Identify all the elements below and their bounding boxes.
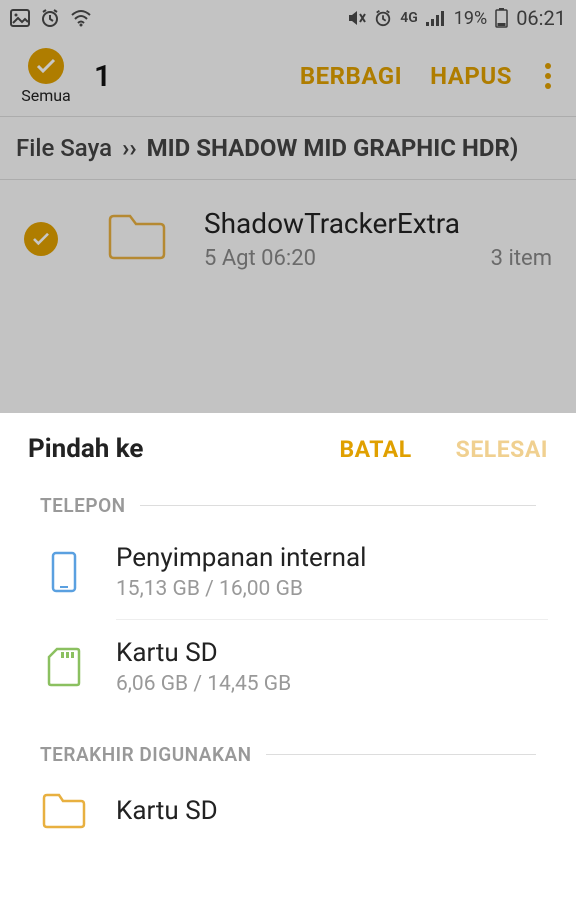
- overflow-menu-button[interactable]: [536, 63, 560, 89]
- section-phone-label: TELEPON: [0, 485, 576, 525]
- share-button[interactable]: BERBAGI: [300, 62, 402, 90]
- dest-sd-card[interactable]: Kartu SD 6,06 GB / 14,45 GB: [0, 620, 576, 714]
- breadcrumb-path: MID SHADOW MID GRAPHIC HDR): [147, 134, 519, 162]
- file-list-item[interactable]: ShadowTrackerExtra 5 Agt 06:20 3 item: [0, 180, 576, 298]
- wifi-icon: [70, 9, 92, 27]
- picture-icon: [10, 9, 30, 27]
- dest-recent-sd[interactable]: Kartu SD: [0, 774, 576, 848]
- section-recent-label: TERAKHIR DIGUNAKAN: [0, 734, 576, 774]
- delete-button[interactable]: HAPUS: [430, 62, 512, 90]
- battery-icon: [495, 8, 508, 28]
- checkmark-icon: [28, 48, 64, 84]
- file-date: 5 Agt 06:20: [204, 246, 316, 271]
- dest-usage: 15,13 GB / 16,00 GB: [116, 577, 366, 601]
- sheet-header: Pindah ke BATAL SELESAI: [0, 413, 576, 485]
- selection-count: 1: [94, 59, 111, 94]
- breadcrumb[interactable]: File Saya ›› MID SHADOW MID GRAPHIC HDR): [0, 116, 576, 180]
- file-item-count: 3 item: [491, 246, 552, 271]
- select-all-toggle[interactable]: Semua: [16, 48, 76, 105]
- selection-action-bar: Semua 1 BERBAGI HAPUS: [0, 36, 576, 116]
- phone-icon: [40, 551, 88, 593]
- row-checkmark-icon[interactable]: [24, 222, 58, 256]
- dest-internal-storage[interactable]: Penyimpanan internal 15,13 GB / 16,00 GB: [0, 525, 576, 619]
- mute-icon: [346, 8, 366, 28]
- breadcrumb-root: File Saya: [16, 134, 112, 162]
- alarm-icon: [40, 8, 60, 28]
- dest-name: Penyimpanan internal: [116, 543, 366, 573]
- done-button[interactable]: SELESAI: [456, 436, 548, 463]
- status-bar: 4G 19% 06:21: [0, 0, 576, 36]
- alarm-small-icon: [374, 9, 392, 27]
- network-type: 4G: [400, 10, 418, 26]
- dest-name: Kartu SD: [116, 796, 218, 826]
- signal-icon: [426, 10, 446, 26]
- select-all-label: Semua: [21, 86, 71, 105]
- background-dimmed: 4G 19% 06:21 Semua 1 BERBAGI HAPUS File …: [0, 0, 576, 413]
- move-to-sheet: Pindah ke BATAL SELESAI TELEPON Penyimpa…: [0, 413, 576, 848]
- dest-usage: 6,06 GB / 14,45 GB: [116, 672, 291, 696]
- chevron-right-icon: ››: [122, 134, 137, 162]
- dest-name: Kartu SD: [116, 638, 291, 668]
- battery-percent: 19%: [454, 8, 487, 29]
- cancel-button[interactable]: BATAL: [339, 436, 411, 463]
- sheet-title: Pindah ke: [28, 434, 339, 464]
- file-name: ShadowTrackerExtra: [204, 207, 552, 240]
- sd-card-icon: [40, 647, 88, 687]
- folder-icon: [40, 792, 88, 830]
- clock-time: 06:21: [516, 6, 566, 30]
- folder-icon: [106, 212, 168, 266]
